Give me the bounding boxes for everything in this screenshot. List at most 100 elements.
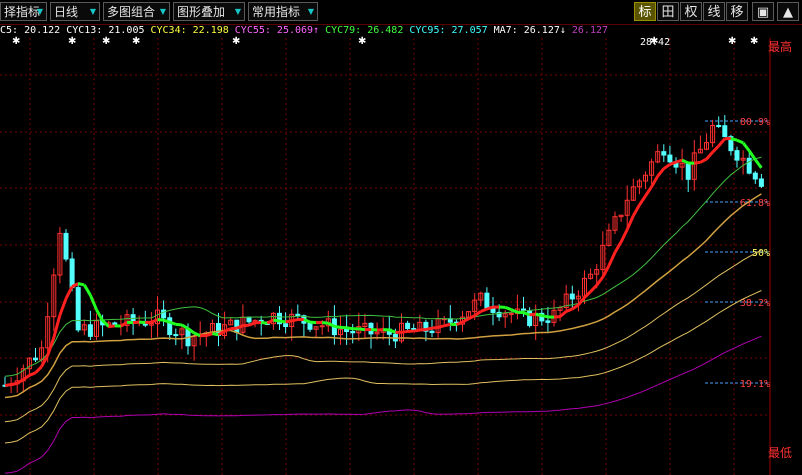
trend-line-segment bbox=[261, 321, 268, 325]
high-label: 最高 bbox=[768, 39, 792, 54]
trend-line-segment bbox=[181, 323, 189, 330]
candle-body bbox=[344, 328, 350, 332]
event-marker-icon[interactable]: ✱ bbox=[358, 36, 366, 47]
candle-body bbox=[716, 124, 722, 127]
trend-line-segment bbox=[480, 307, 488, 313]
trend-line-segment bbox=[754, 158, 763, 169]
rights-adjust-button[interactable]: 权 bbox=[680, 2, 702, 21]
trend-line-segment bbox=[583, 290, 592, 299]
trend-line-segment bbox=[656, 167, 665, 178]
period-label: 日线 bbox=[54, 5, 79, 19]
trend-line-segment bbox=[717, 137, 726, 147]
event-marker-icon[interactable]: ✱ bbox=[728, 36, 736, 47]
low-label: 最低 bbox=[768, 446, 792, 460]
chart-grid bbox=[0, 38, 771, 475]
trend-line-segment bbox=[10, 381, 18, 387]
candle-body bbox=[161, 309, 167, 319]
legend-item: MA7: 26.127↓ bbox=[493, 25, 566, 36]
mark-label: 标 bbox=[638, 5, 652, 20]
move-button[interactable]: 移 bbox=[726, 2, 748, 21]
trend-line-segment bbox=[705, 151, 714, 161]
candle-body bbox=[246, 316, 252, 323]
rights-label: 权 bbox=[684, 5, 698, 20]
trend-line-segment bbox=[535, 312, 543, 317]
high-price-label: 28.42 bbox=[640, 37, 670, 48]
trend-line-segment bbox=[650, 175, 660, 188]
candle-body bbox=[69, 258, 75, 289]
event-marker-icon[interactable]: ✱ bbox=[132, 36, 140, 47]
trend-line-segment bbox=[346, 326, 353, 331]
trend-line-segment bbox=[711, 144, 720, 154]
fib-label: 38.2% bbox=[740, 298, 770, 309]
trend-line-segment bbox=[638, 195, 647, 206]
trend-line-segment bbox=[46, 337, 56, 356]
indicator-legend: C5: 20.122 CYC13: 21.005 CYC34: 22.198 CYC5… bbox=[0, 25, 650, 37]
trend-line-segment bbox=[108, 324, 115, 329]
window-icon[interactable]: ▣ bbox=[752, 2, 774, 21]
candle-body bbox=[319, 325, 325, 328]
dropdown-arrow-icon: ▼ bbox=[234, 7, 242, 16]
trend-line-segment bbox=[266, 318, 275, 325]
candle-body bbox=[661, 151, 667, 156]
trend-line-segment bbox=[169, 320, 177, 326]
trend-line-segment bbox=[699, 157, 708, 164]
trend-line-segment bbox=[150, 318, 159, 324]
draw-line-button[interactable]: 线 bbox=[703, 2, 725, 21]
overlay-button[interactable]: 图形叠加 ▼ bbox=[173, 2, 245, 21]
collapse-icon[interactable]: ▲ bbox=[777, 2, 799, 21]
price-chart[interactable]: 80.9%61.8%50%38.2%19.1% ✱ ✱ ✱ ✱ ✱ ✱ ✱ ✱ ✱ 28.42 … bbox=[0, 24, 802, 475]
trend-line-segment bbox=[425, 326, 433, 331]
trend-line-segment bbox=[486, 305, 494, 311]
trend-line-segment bbox=[4, 383, 12, 387]
common-indicators-button[interactable]: 常用指标 ▼ bbox=[248, 2, 318, 21]
candlesticks bbox=[2, 115, 764, 394]
multi-chart-button[interactable]: 多图组合 ▼ bbox=[103, 2, 170, 21]
legend-item: C5: 20.122 bbox=[0, 25, 61, 36]
period-button[interactable]: 日线 ▼ bbox=[50, 2, 100, 21]
event-marker-icon[interactable]: ✱ bbox=[12, 36, 20, 47]
trend-line-segment bbox=[248, 321, 256, 327]
trend-line-segment bbox=[419, 328, 427, 332]
candle-body bbox=[283, 323, 289, 328]
candle-body bbox=[405, 322, 411, 330]
event-marker-icon[interactable]: ✱ bbox=[750, 36, 758, 47]
trend-line-segment bbox=[175, 322, 183, 327]
candle-body bbox=[63, 232, 69, 260]
trend-line-segment bbox=[681, 158, 689, 165]
trend-line-segment bbox=[607, 251, 617, 267]
dropdown-arrow-icon: ▼ bbox=[307, 7, 315, 16]
fib-label: 80.9% bbox=[740, 117, 770, 128]
candle-body bbox=[173, 334, 179, 337]
indicator-select-button[interactable]: 择指标 ▼ bbox=[0, 2, 47, 21]
trend-line-segment bbox=[58, 298, 68, 316]
trend-line-segment bbox=[370, 328, 378, 332]
trend-line-segment bbox=[212, 332, 219, 337]
collapse-glyph: ▲ bbox=[783, 5, 793, 20]
legend-item: CYC79: 26.482 bbox=[325, 25, 404, 36]
event-marker-icon[interactable]: ✱ bbox=[102, 36, 110, 47]
line-label: 线 bbox=[707, 5, 721, 20]
candle-body bbox=[734, 150, 740, 161]
trend-line-segment bbox=[553, 315, 561, 319]
trend-line-segment bbox=[413, 328, 421, 333]
trend-line-segment bbox=[205, 332, 213, 337]
ma-line-yellow bbox=[4, 290, 762, 444]
candle-body bbox=[758, 178, 764, 187]
trend-line-segment bbox=[101, 319, 110, 328]
trend-line-segment bbox=[675, 158, 683, 164]
ma-line-orange bbox=[4, 193, 762, 399]
trend-line-segment bbox=[467, 314, 476, 321]
trend-line-segment bbox=[730, 136, 738, 142]
legend-item: CYC55: 25.069↑ bbox=[234, 25, 320, 36]
trend-line-segment bbox=[522, 311, 531, 317]
trend-line-segment bbox=[694, 160, 701, 165]
dropdown-arrow-icon: ▼ bbox=[159, 7, 167, 16]
trend-line-segment bbox=[291, 318, 299, 323]
candle-body bbox=[667, 154, 673, 163]
trend-line-segment bbox=[529, 312, 536, 317]
dropdown-arrow-icon: ▼ bbox=[89, 7, 97, 16]
mark-toggle-button[interactable]: 标 bbox=[634, 2, 656, 21]
grid-toggle-button[interactable]: 田 bbox=[657, 2, 679, 21]
event-marker-icon[interactable]: ✱ bbox=[68, 36, 76, 47]
event-marker-icon[interactable]: ✱ bbox=[232, 36, 240, 47]
